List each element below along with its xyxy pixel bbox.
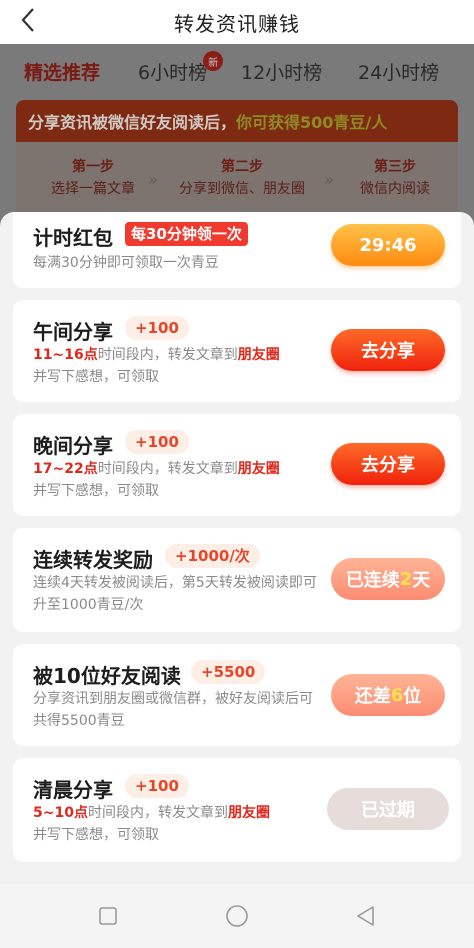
task-desc: 分享资讯到朋友圈或微信群，被好友阅读后可共得5500青豆: [33, 691, 313, 729]
task-tag: 每30分钟领一次: [125, 222, 248, 246]
steps-panel: 第一步 选择一篇文章 » 第二步 分享到微信、朋友圈 » 第三步 微信内阅读: [16, 142, 458, 212]
share-banner: 分享资讯被微信好友阅读后， 你可获得500青豆/人: [16, 100, 458, 142]
ranking-tabs: 精选推荐 6小时榜 新 12小时榜 24小时榜: [0, 44, 474, 100]
step-title: 第三步: [374, 159, 416, 175]
step-1: 第一步 选择一篇文章: [34, 156, 152, 200]
tab-6h[interactable]: 6小时榜 新: [138, 51, 224, 85]
time-range: 17~22点: [33, 461, 98, 477]
desc-text: 时间段内，转发文章到: [97, 461, 238, 477]
share-button[interactable]: 去分享: [331, 329, 445, 371]
task-desc: 每满30分钟即可领取一次青豆: [33, 255, 219, 271]
remaining-count: 6: [390, 684, 404, 706]
page-title: 转发资讯赚钱: [174, 11, 300, 36]
task-tag: +5500: [191, 660, 266, 684]
task-tag: +100: [125, 774, 189, 798]
task-desc: 11~16点时间段内，转发文章到朋友圈 并写下感想，可领取: [33, 344, 323, 388]
share-button[interactable]: 去分享: [331, 443, 445, 485]
tab-featured[interactable]: 精选推荐: [24, 58, 100, 85]
task-card-morning-share: 清晨分享 +100 5~10点时间段内，转发文章到朋友圈 并写下感想，可领取 已…: [13, 758, 461, 862]
chevron-left-icon[interactable]: [12, 4, 44, 36]
task-card-timer: 计时红包 每30分钟领一次 每满30分钟即可领取一次青豆 29:46: [13, 212, 461, 288]
btn-text: 已连续: [345, 570, 400, 591]
step-desc: 微信内阅读: [360, 181, 430, 197]
square-icon[interactable]: [94, 902, 122, 930]
desc-text: 并写下感想，可领取: [33, 369, 159, 385]
step-title: 第一步: [72, 159, 114, 175]
moments-label: 朋友圈: [227, 805, 270, 821]
btn-text: 位: [403, 686, 422, 707]
task-title: 被10位好友阅读: [33, 664, 181, 688]
task-desc: 5~10点时间段内，转发文章到朋友圈 并写下感想，可领取: [33, 802, 323, 846]
task-tag: +1000/次: [165, 544, 260, 568]
btn-text: 还差: [354, 686, 391, 707]
task-title: 计时红包: [33, 226, 113, 250]
time-range: 11~16点: [33, 347, 98, 363]
triangle-back-icon[interactable]: [352, 902, 380, 930]
banner-text: 分享资讯被微信好友阅读后，: [28, 113, 237, 132]
system-nav-bar: [0, 884, 474, 948]
task-card-streak: 连续转发奖励 +1000/次 连续4天转发被阅读后，第5天转发被阅读即可升至10…: [13, 528, 461, 632]
tab-12h[interactable]: 12小时榜: [241, 58, 322, 85]
step-desc: 选择一篇文章: [51, 181, 135, 197]
step-2: 第二步 分享到微信、朋友圈: [168, 156, 316, 200]
expired-button[interactable]: 已过期: [327, 788, 449, 830]
circle-icon[interactable]: [223, 902, 251, 930]
tab-24h[interactable]: 24小时榜: [358, 58, 439, 85]
step-title: 第二步: [221, 159, 263, 175]
double-chevron-icon: »: [324, 170, 334, 189]
tab-6h-label: 6小时榜: [138, 62, 208, 84]
step-desc: 分享到微信、朋友圈: [179, 181, 305, 197]
task-tag: +100: [125, 316, 189, 340]
double-chevron-icon: »: [148, 170, 158, 189]
task-desc: 连续4天转发被阅读后，第5天转发被阅读即可升至1000青豆/次: [33, 575, 317, 613]
btn-text: 天: [412, 570, 431, 591]
remaining-status-button[interactable]: 还差 6 位: [331, 674, 445, 716]
task-card-evening-share: 晚间分享 +100 17~22点时间段内，转发文章到朋友圈 并写下感想，可领取 …: [13, 414, 461, 516]
task-desc: 17~22点时间段内，转发文章到朋友圈 并写下感想，可领取: [33, 458, 323, 502]
task-title: 清晨分享: [33, 778, 113, 802]
desc-text: 并写下感想，可领取: [33, 483, 159, 499]
desc-text: 时间段内，转发文章到: [97, 347, 238, 363]
time-range: 5~10点: [33, 805, 88, 821]
new-badge: 新: [203, 51, 224, 71]
step-3: 第三步 微信内阅读: [336, 156, 454, 200]
timer-button[interactable]: 29:46: [331, 224, 445, 266]
moments-label: 朋友圈: [237, 347, 280, 363]
task-card-noon-share: 午间分享 +100 11~16点时间段内，转发文章到朋友圈 并写下感想，可领取 …: [13, 300, 461, 402]
banner-highlight: 你可获得500青豆/人: [236, 113, 388, 132]
streak-count: 2: [399, 568, 413, 590]
task-title: 午间分享: [33, 320, 113, 344]
task-title: 连续转发奖励: [33, 548, 153, 572]
task-tag: +100: [125, 430, 189, 454]
task-title: 晚间分享: [33, 434, 113, 458]
task-card-10-friends: 被10位好友阅读 +5500 分享资讯到朋友圈或微信群，被好友阅读后可共得550…: [13, 644, 461, 746]
desc-text: 时间段内，转发文章到: [87, 805, 228, 821]
streak-status-button[interactable]: 已连续 2 天: [331, 558, 445, 600]
app-header: 转发资讯赚钱: [0, 0, 474, 44]
moments-label: 朋友圈: [237, 461, 280, 477]
desc-text: 并写下感想，可领取: [33, 827, 159, 843]
task-sheet: 计时红包 每30分钟领一次 每满30分钟即可领取一次青豆 29:46 午间分享 …: [0, 212, 474, 884]
